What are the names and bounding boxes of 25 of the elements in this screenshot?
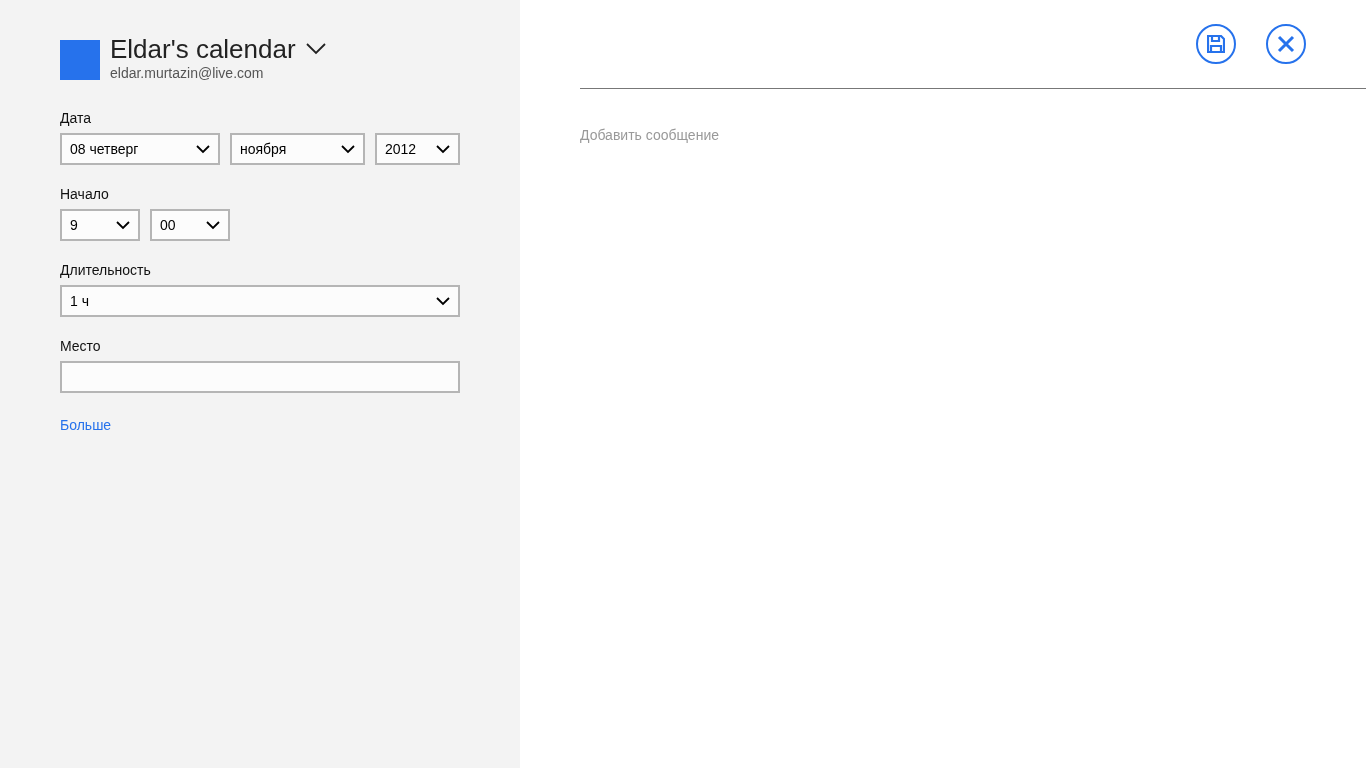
- dropdown-field[interactable]: 9: [60, 209, 140, 241]
- field-label: Длительность: [60, 262, 152, 279]
- chevron-down-icon: [305, 43, 326, 55]
- chevron-down-icon: [436, 144, 450, 154]
- field-label: Место: [60, 338, 102, 355]
- chevron-down-icon: [196, 144, 210, 154]
- dropdown-field[interactable]: 00: [150, 209, 230, 241]
- more-link[interactable]: Больше: [60, 415, 520, 436]
- dropdown-field[interactable]: ноября: [230, 133, 365, 165]
- input-field[interactable]: [60, 361, 460, 393]
- field-label: Дата: [60, 110, 92, 127]
- calendar-picker[interactable]: Eldar's calendar: [110, 34, 326, 64]
- chevron-down-icon: [116, 220, 130, 230]
- save-button[interactable]: [1196, 24, 1236, 64]
- dropdown-field[interactable]: 2012: [375, 133, 460, 165]
- close-button[interactable]: [1266, 24, 1306, 64]
- message-field[interactable]: Добавить сообщение: [580, 125, 1366, 325]
- close-icon: [1277, 35, 1295, 53]
- field-label: Начало: [60, 186, 110, 203]
- dropdown-field[interactable]: 1 ч: [60, 285, 460, 317]
- chevron-down-icon: [436, 296, 450, 306]
- chevron-down-icon: [341, 144, 355, 154]
- account-email: eldar.murtazin@live.com: [110, 64, 265, 82]
- chevron-down-icon: [206, 220, 220, 230]
- dropdown-field[interactable]: 08 четверг: [60, 133, 220, 165]
